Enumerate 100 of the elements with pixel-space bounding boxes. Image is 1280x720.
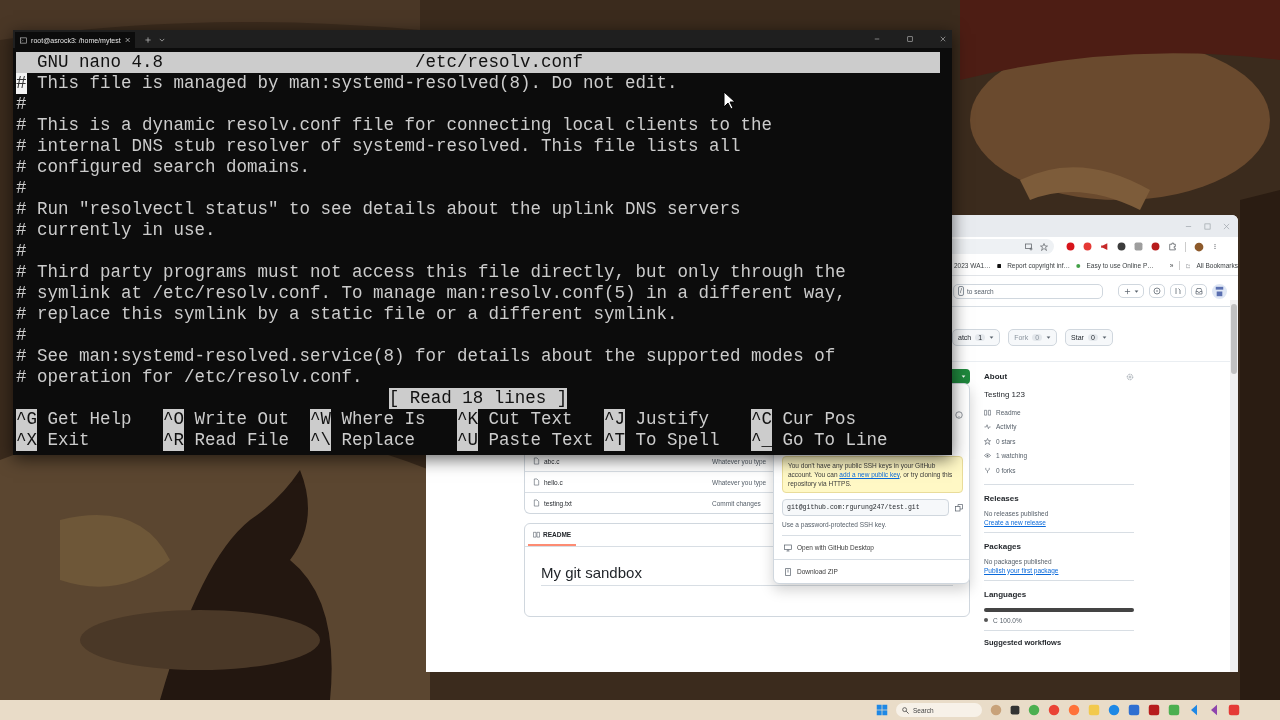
help-icon[interactable] — [955, 411, 963, 419]
file-name: /etc/resolv.conf — [415, 52, 585, 73]
plus-icon[interactable] — [1123, 287, 1131, 295]
megaphone-icon[interactable] — [1100, 242, 1109, 251]
shortcut-label: Paste Text — [488, 430, 594, 451]
file-icon — [533, 499, 540, 507]
browser-icon[interactable] — [1068, 704, 1080, 716]
section-title: About — [984, 372, 1008, 381]
shortcut-key: ^K — [457, 409, 478, 430]
text-line: # replace this symlink by a static file or a different symlink. — [16, 304, 678, 324]
browser-icon[interactable] — [1048, 704, 1060, 716]
menu-icon[interactable] — [1212, 242, 1218, 251]
create-button[interactable] — [1118, 284, 1144, 298]
inbox-button[interactable] — [1191, 284, 1207, 298]
app-icon[interactable] — [1148, 704, 1160, 716]
editor-version: GNU nano 4.8 — [36, 52, 165, 73]
caret-icon[interactable] — [989, 334, 995, 340]
puzzle-icon[interactable] — [1168, 242, 1177, 251]
shortcut-label: Cut Text — [488, 409, 573, 430]
extension-icon[interactable] — [1066, 242, 1075, 251]
shortcut-key: ^W — [310, 409, 331, 430]
shortcut-label: Go To Line — [782, 430, 888, 451]
shortcut-key: ^U — [457, 430, 478, 451]
shortcut-key: ^G — [16, 409, 37, 430]
shortcut-key: ^R — [163, 430, 184, 451]
book-icon[interactable] — [533, 530, 540, 538]
text-line: # This is a dynamic resolv.conf file for connecting local clients to the — [16, 115, 773, 135]
caret-icon[interactable] — [1133, 288, 1139, 294]
avatar-icon[interactable] — [1194, 241, 1204, 252]
star-icon — [984, 437, 991, 445]
caret-icon[interactable] — [961, 374, 966, 379]
copy-icon[interactable] — [955, 503, 963, 512]
shortcut-key: ^X — [16, 430, 37, 451]
text-line: # Third party programs must not access this file directly, but only through the — [16, 262, 846, 282]
shortcut-label: Justify — [635, 409, 710, 430]
search-icon[interactable] — [902, 706, 909, 714]
text-line: # — [16, 178, 27, 198]
star-icon[interactable] — [1040, 242, 1048, 251]
text-line: # operation for /etc/resolv.conf. — [16, 367, 363, 387]
caret-icon[interactable] — [1101, 334, 1107, 340]
text-line: # symlink at /etc/resolv.conf. To manage man:resolv.conf(5) in a different way, — [16, 283, 846, 303]
record-icon[interactable] — [1083, 242, 1092, 251]
task-view-icon[interactable] — [1010, 705, 1020, 715]
settings-icon[interactable] — [1126, 372, 1134, 381]
mouse-pointer-icon — [723, 91, 736, 110]
chevron-down-icon[interactable] — [159, 37, 165, 43]
file-icon — [533, 457, 540, 465]
shortcut-label: Write Out — [194, 409, 290, 430]
terminal-icon[interactable] — [20, 36, 28, 44]
section-title: Releases — [984, 493, 1020, 503]
text-line: # currently in use. — [16, 220, 216, 240]
scrollbar[interactable] — [1230, 300, 1238, 672]
shortcut-label: Replace — [341, 430, 416, 451]
pull-requests-button[interactable] — [1170, 284, 1186, 298]
shortcut-key: ^\ — [310, 430, 331, 451]
browser-icon[interactable] — [1108, 704, 1120, 716]
text-line: # This file is managed by man:systemd-resolved(8). Do not edit. — [16, 73, 678, 93]
text-line: # See man:systemd-resolved.service(8) for details about the supported modes of — [16, 346, 836, 366]
minimize-icon[interactable] — [874, 36, 880, 42]
text-line: # — [16, 94, 27, 114]
text-line: # — [16, 325, 27, 345]
issues-button[interactable] — [1149, 284, 1165, 298]
shortcut-key: ^C — [751, 409, 772, 430]
shortcut-label: Read File — [194, 430, 290, 451]
app-icon[interactable] — [1168, 704, 1180, 716]
address-bar[interactable] — [952, 239, 1054, 254]
text-line: # internal DNS stub resolver of systemd-resolved. This file lists all — [16, 136, 741, 156]
browser-icon[interactable] — [1028, 704, 1040, 716]
shortcut-label: To Spell — [635, 430, 720, 451]
branch-icon[interactable] — [1174, 287, 1182, 295]
install-icon[interactable] — [1025, 242, 1033, 251]
shortcut-label: Where Is — [341, 409, 426, 430]
section-title: Packages — [984, 541, 1022, 551]
plus-icon[interactable] — [145, 37, 151, 43]
text-line: # — [16, 241, 27, 261]
shortcut-label: Get Help — [47, 409, 132, 430]
shortcut-key: ^_ — [751, 430, 772, 451]
calendar-icon[interactable] — [1128, 704, 1140, 716]
status-message: [ Read 18 lines ] — [388, 388, 568, 409]
close-icon[interactable] — [940, 36, 946, 42]
desktop-icon — [784, 543, 792, 552]
play-app-icon[interactable] — [1228, 704, 1240, 716]
section-title: Languages — [984, 589, 1028, 599]
avatar-icon[interactable] — [1212, 283, 1227, 299]
fork-icon — [984, 466, 991, 474]
circle-dot-icon[interactable] — [1153, 287, 1161, 295]
archive-icon — [784, 567, 792, 576]
windows-logo-icon[interactable] — [876, 704, 888, 716]
book-icon — [984, 408, 991, 416]
pulse-icon — [984, 423, 991, 431]
text-line: # configured search domains. — [16, 157, 311, 177]
eye-icon — [984, 452, 991, 460]
shortcut-label: Cur Pos — [782, 409, 857, 430]
maximize-icon[interactable] — [907, 36, 913, 42]
shortcut-label: Exit — [47, 430, 90, 451]
inbox-icon[interactable] — [1195, 287, 1203, 295]
shortcut-key: ^J — [604, 409, 625, 430]
shortcut-key: ^O — [163, 409, 184, 430]
folder-icon[interactable] — [1185, 261, 1191, 270]
repo-description: Testing 123 — [984, 390, 1026, 399]
